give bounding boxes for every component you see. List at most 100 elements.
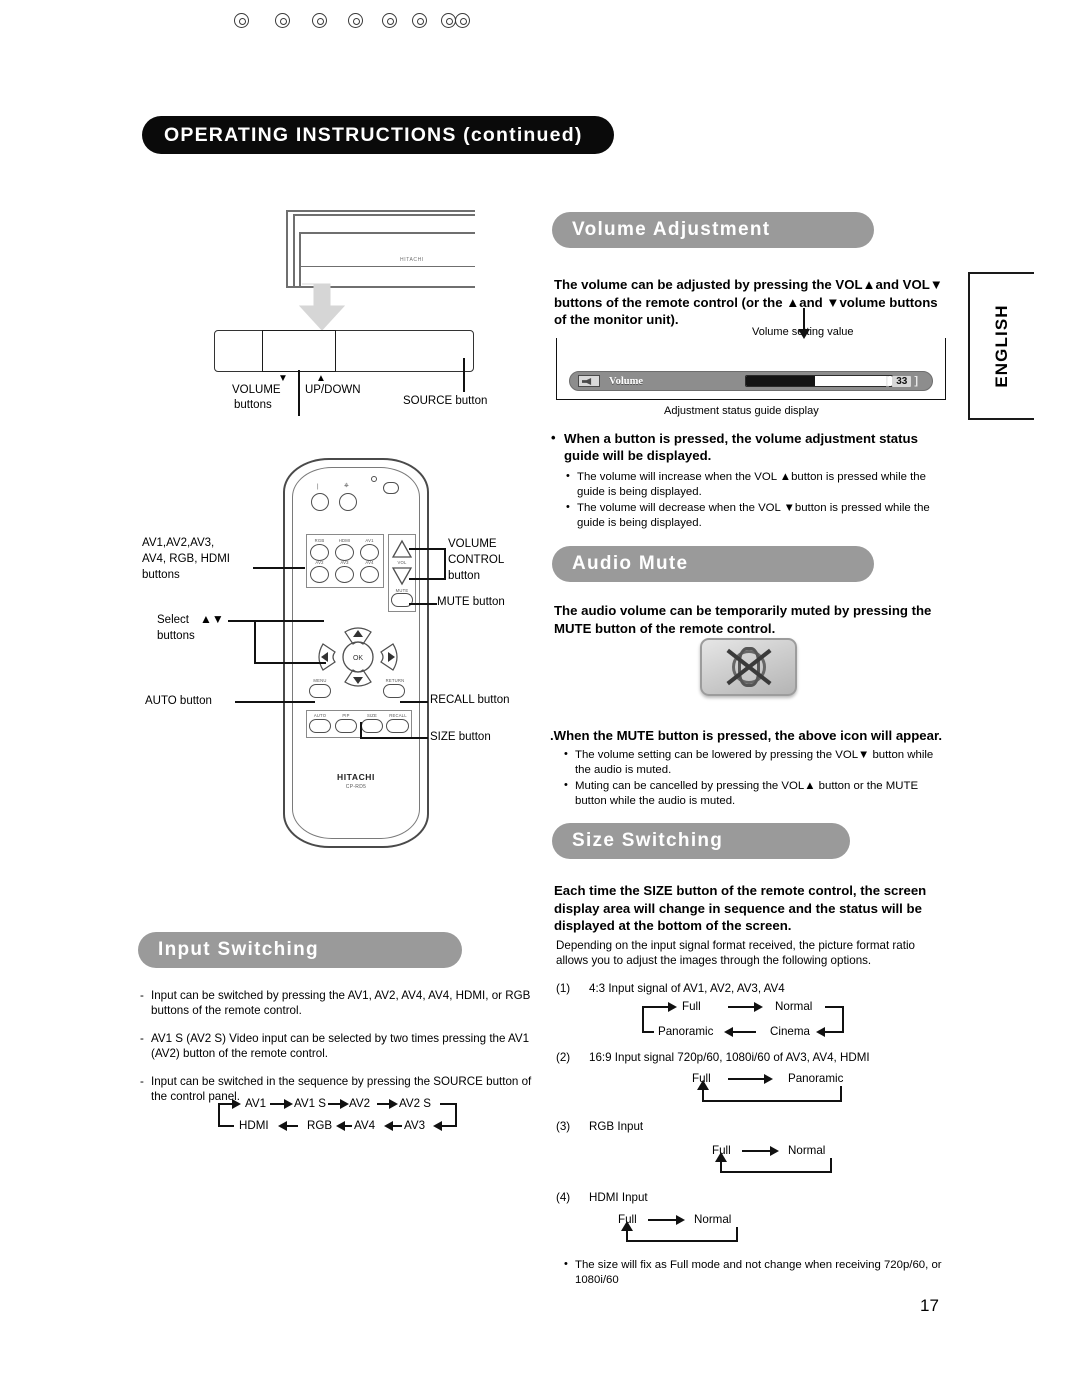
volume-sub-bullet-2: The volume will decrease when the VOL ▼b…: [577, 502, 930, 529]
remote-button-return[interactable]: [383, 684, 405, 698]
panel-button[interactable]: [412, 13, 427, 28]
section-title-volume-adjustment: Volume Adjustment: [572, 219, 771, 240]
flow-arrow-head: [697, 1080, 709, 1090]
remote-cap-av3: AV3: [340, 560, 349, 565]
volume-adjustment-intro: The volume can be adjusted by pressing t…: [554, 277, 943, 327]
flow-node: Normal: [788, 1144, 826, 1157]
remote-button-pip[interactable]: [335, 719, 357, 733]
volume-level-track[interactable]: [745, 375, 893, 387]
mute-indicator-icon: [700, 638, 797, 696]
leader-line: [253, 567, 305, 569]
remote-button-menu[interactable]: [309, 684, 331, 698]
flow-arrow-head: [340, 1099, 349, 1109]
list-item: Input can be switched by pressing the AV…: [140, 988, 540, 1018]
flow-arrow-head: [724, 1027, 733, 1037]
flow-arrow-head: [433, 1121, 442, 1131]
flow-node: AV4: [354, 1119, 376, 1132]
flow-arrow-line: [728, 1006, 756, 1009]
list-item: AV1 S (AV2 S) Video input can be selecte…: [140, 1031, 540, 1061]
callout-select-arrows-icon: ▲▼: [200, 612, 224, 626]
list-item: The volume will increase when the VOL ▲b…: [564, 469, 950, 499]
volume-value-group: [ 33 ]: [886, 375, 918, 387]
flow-arrow-head: [715, 1152, 727, 1162]
page-title: OPERATING INSTRUCTIONS (continued): [164, 123, 583, 146]
flow-arrow-head: [676, 1215, 685, 1225]
remote-button-size[interactable]: [361, 719, 383, 733]
size-switching-intro: Each time the SIZE button of the remote …: [554, 883, 927, 933]
volume-value: 33: [892, 375, 912, 387]
callout-inputs-line3: buttons: [142, 569, 180, 581]
callout-inputs-line1: AV1,AV2,AV3,: [142, 537, 215, 549]
flow-arrow-line: [742, 1150, 772, 1153]
leader-line: [463, 358, 465, 392]
input-switching-item-2: AV1 S (AV2 S) Video input can be selecte…: [151, 1032, 530, 1060]
remote-cap-av1: AV1: [365, 538, 374, 543]
leader-line: [254, 620, 256, 663]
remote-cap-vol: VOL: [397, 560, 407, 565]
remote-standby-icon: ⎈: [344, 483, 349, 489]
label-volume-buttons: VOLUME: [232, 384, 281, 396]
list-item: The size will fix as Full mode and not c…: [562, 1257, 952, 1287]
flow-loop-line: [720, 1171, 832, 1174]
remote-button-recall[interactable]: [386, 719, 409, 733]
monitor-brand-label: HITACHI: [400, 257, 424, 263]
flow-arrow-head: [764, 1074, 773, 1084]
flow-arrow-head: [389, 1099, 398, 1109]
list-item: The volume setting can be lowered by pre…: [562, 747, 952, 777]
volume-bullet-main: When a button is pressed, the volume adj…: [564, 431, 918, 463]
flow-node: RGB: [307, 1119, 333, 1132]
remote-standby-button[interactable]: [339, 493, 357, 511]
flow-loop-line: [455, 1103, 458, 1125]
monitor-edge: [299, 266, 475, 268]
callout-select-line1: Select: [157, 614, 189, 626]
size-case-4-flow: Full Normal: [606, 1213, 826, 1255]
remote-button-av1[interactable]: [360, 544, 379, 561]
remote-cap-menu: MENU: [313, 678, 327, 683]
remote-button-auto[interactable]: [309, 719, 331, 733]
remote-cap-pip: PIP: [342, 713, 350, 718]
page-header-banner: OPERATING INSTRUCTIONS (continued): [142, 116, 614, 154]
callout-volume-control-l3: button: [448, 570, 480, 582]
remote-button-mute[interactable]: [391, 593, 413, 607]
volume-adjustment-bullets: When a button is pressed, the volume adj…: [550, 429, 950, 532]
remote-volume-down-button[interactable]: [391, 566, 413, 586]
panel-button-source[interactable]: [455, 13, 470, 28]
panel-button[interactable]: [441, 13, 456, 28]
remote-button-rgb[interactable]: [310, 544, 329, 561]
monitor-edge: [293, 214, 295, 286]
size-case-1-flow: Full Normal Panoramic Cinema: [630, 1000, 890, 1045]
flow-loop-line: [642, 1031, 654, 1034]
flow-loop-line: [218, 1125, 234, 1128]
size-case-3-num: (3): [556, 1120, 571, 1133]
flow-loop-line: [642, 1006, 670, 1009]
remote-button-av4[interactable]: [360, 566, 379, 583]
leader-line: [235, 701, 315, 703]
remote-cap-size: SIZE: [366, 713, 378, 718]
remote-cap-rgb: RGB: [314, 538, 325, 543]
flow-node: AV1 S: [294, 1097, 327, 1110]
panel-button[interactable]: [348, 13, 363, 28]
remote-power-on-button[interactable]: [311, 493, 329, 511]
flow-arrow-line: [728, 1078, 766, 1081]
remote-cap-av2: AV2: [315, 560, 324, 565]
mute-sub-bullet-2: Muting can be cancelled by pressing the …: [575, 780, 919, 807]
size-case-1-num: (1): [556, 982, 571, 995]
flow-node: HDMI: [239, 1119, 269, 1132]
remote-led-indicator-icon: [371, 476, 377, 482]
remote-power-toggle-button[interactable]: [383, 482, 399, 494]
callout-volume-control-l2: CONTROL: [448, 554, 505, 566]
panel-button-volume-up[interactable]: [312, 13, 327, 28]
flow-arrow-head: [232, 1099, 241, 1109]
remote-button-av3[interactable]: [335, 566, 354, 583]
flow-loop-line: [702, 1088, 705, 1102]
panel-button[interactable]: [234, 13, 249, 28]
remote-button-av2[interactable]: [310, 566, 329, 583]
remote-button-hdmi[interactable]: [335, 544, 354, 561]
osd-caption-bottom: Adjustment status guide display: [664, 405, 819, 417]
remote-brand-label: HITACHI: [336, 772, 376, 782]
panel-button[interactable]: [382, 13, 397, 28]
panel-button-volume-down[interactable]: [275, 13, 290, 28]
flow-node: AV2: [349, 1097, 371, 1110]
callout-auto: AUTO button: [145, 695, 212, 707]
audio-mute-intro: The audio volume can be temporarily mute…: [554, 603, 932, 636]
